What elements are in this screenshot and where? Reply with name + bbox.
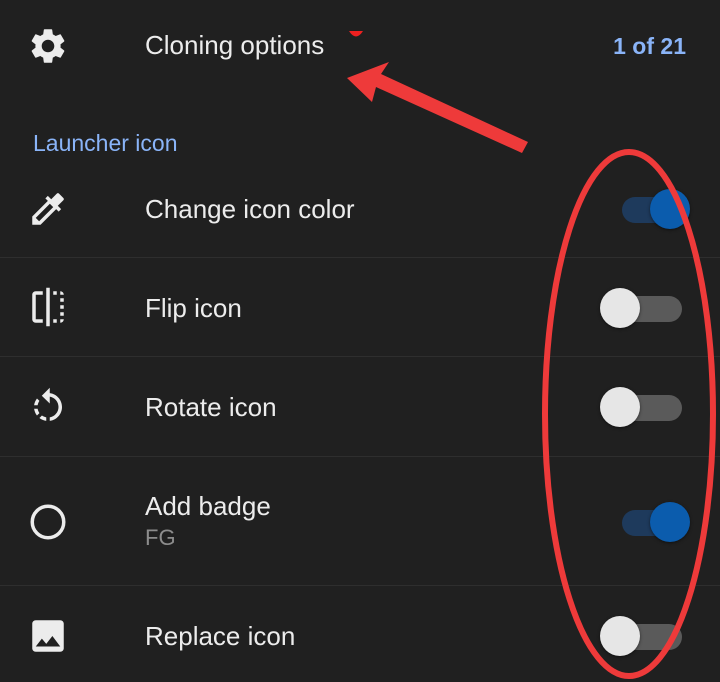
toggle-thumb — [600, 288, 640, 328]
setting-row-rotate-icon[interactable]: Rotate icon — [0, 357, 720, 457]
toggle-thumb — [650, 189, 690, 229]
section-header-launcher-icon: Launcher icon — [33, 130, 178, 156]
setting-row-replace-icon[interactable]: Replace icon — [0, 586, 720, 682]
setting-label: Change icon color — [145, 194, 355, 224]
setting-row-flip-icon[interactable]: Flip icon — [0, 258, 720, 357]
flip-icon-toggle[interactable] — [600, 286, 682, 330]
gear-icon[interactable] — [27, 25, 69, 67]
image-icon — [32, 620, 64, 652]
setting-row-add-badge[interactable]: Add badge FG — [0, 457, 720, 586]
add-badge-toggle[interactable] — [614, 500, 696, 544]
flip-icon — [32, 287, 64, 327]
eyedropper-icon — [32, 193, 64, 225]
setting-sublabel: FG — [145, 525, 176, 550]
rotate-icon — [34, 387, 62, 421]
setting-label: Flip icon — [145, 293, 242, 323]
setting-row-change-icon-color[interactable]: Change icon color — [0, 160, 720, 258]
setting-label: Replace icon — [145, 621, 296, 651]
setting-label: Rotate icon — [145, 392, 277, 422]
app-header: Cloning options 1 of 21 — [0, 0, 720, 92]
replace-icon-toggle[interactable] — [600, 614, 682, 658]
toggle-thumb — [600, 616, 640, 656]
setting-label: Add badge — [145, 491, 271, 521]
page-counter: 1 of 21 — [613, 33, 686, 59]
toggle-thumb — [650, 502, 690, 542]
toggle-thumb — [600, 387, 640, 427]
page-title: Cloning options — [145, 30, 325, 60]
change-icon-color-toggle[interactable] — [614, 187, 696, 231]
rotate-icon-toggle[interactable] — [600, 385, 682, 429]
circle-icon — [30, 504, 66, 540]
